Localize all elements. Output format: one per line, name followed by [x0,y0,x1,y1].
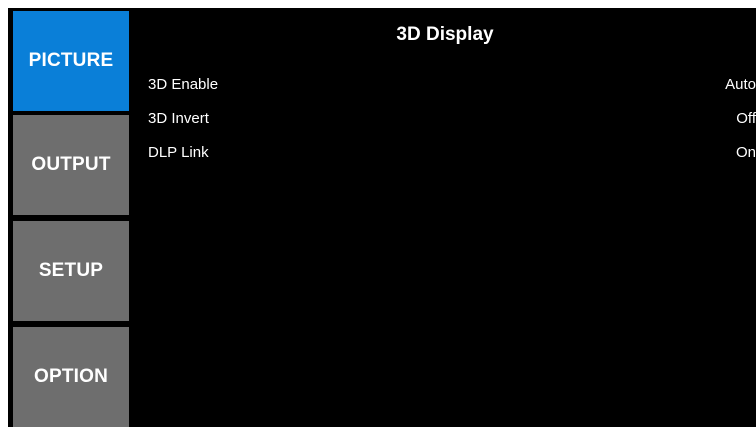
setting-row-3d-enable[interactable]: 3D Enable Auto [148,76,756,98]
setting-value: On [735,144,756,161]
setting-row-3d-invert[interactable]: 3D Invert Off [148,110,756,132]
settings-panel: 3D Display 3D Enable Auto 3D Invert Off … [134,8,756,427]
setting-label: 3D Invert [148,110,209,127]
setting-value: Auto [725,76,756,93]
tab-setup[interactable]: SETUP [13,221,129,321]
tab-output[interactable]: OUTPUT [13,115,129,215]
tab-option[interactable]: OPTION [13,327,129,427]
setting-label: DLP Link [148,144,209,161]
menu-sidebar: PICTURE OUTPUT SETUP OPTION [8,8,134,427]
setting-row-dlp-link[interactable]: DLP Link On [148,144,756,166]
setting-label: 3D Enable [148,76,219,93]
osd-menu: PICTURE OUTPUT SETUP OPTION 3D Display 3… [8,8,756,427]
panel-title: 3D Display [396,24,494,45]
tab-picture[interactable]: PICTURE [13,11,129,111]
setting-value: Off [736,110,756,127]
